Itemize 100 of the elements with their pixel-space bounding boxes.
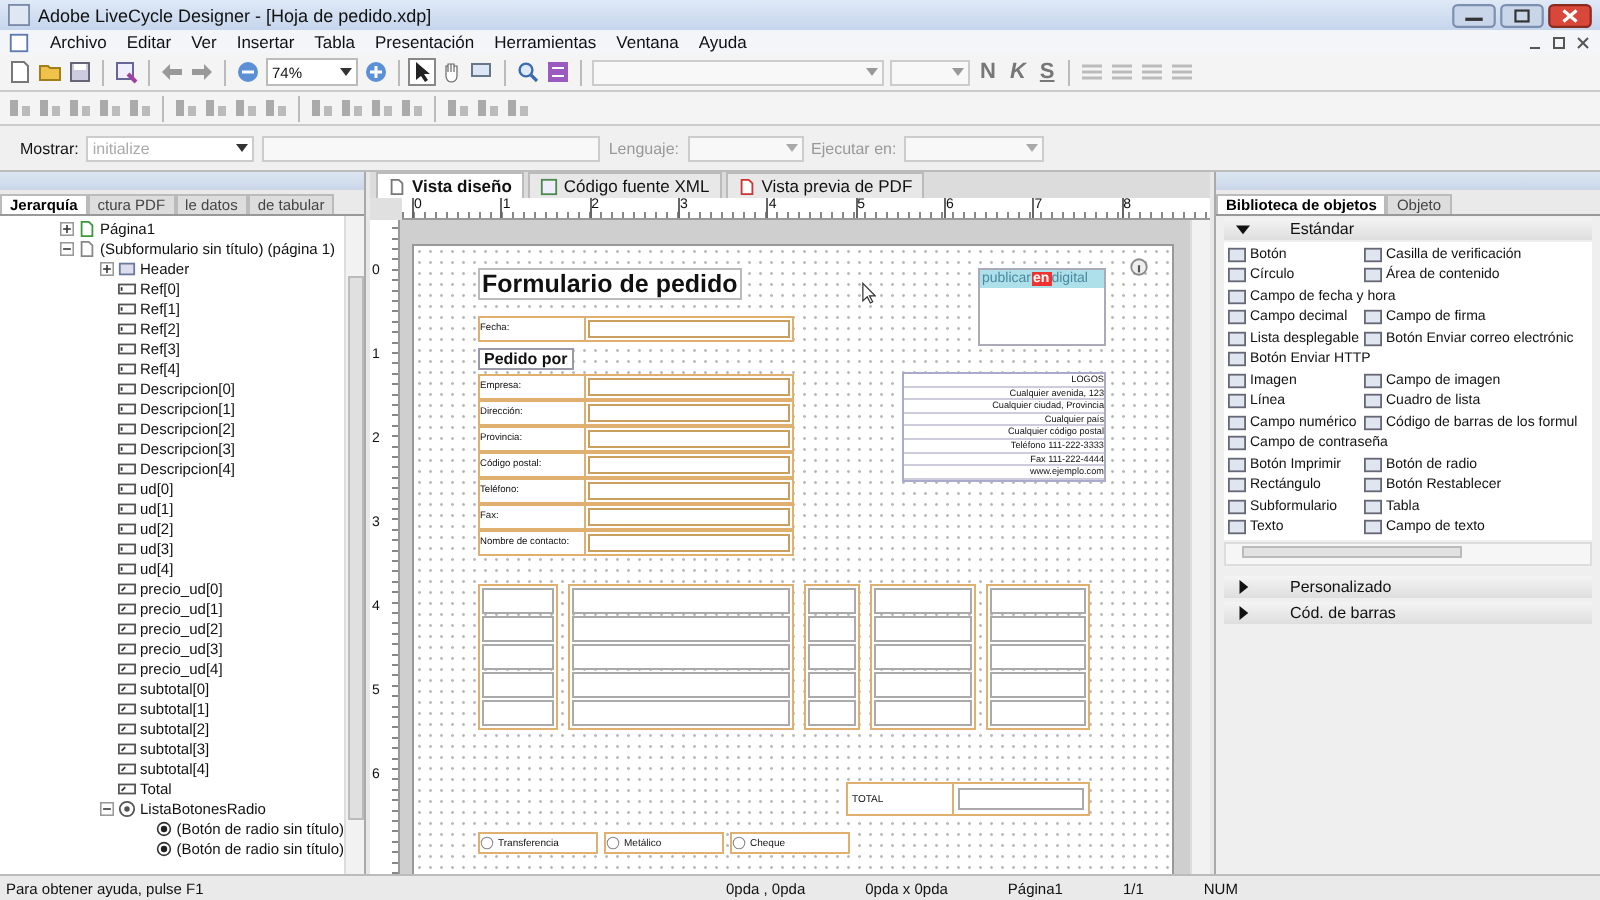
menu-item[interactable]: Insertar	[236, 32, 295, 52]
library-section-header[interactable]: Personalizado	[1224, 576, 1592, 598]
hand-icon[interactable]	[440, 60, 464, 84]
minimize-button[interactable]	[1452, 3, 1496, 27]
expand-icon[interactable]	[100, 261, 114, 275]
layout-tool-icon[interactable]	[446, 96, 470, 120]
numeric-field-icon	[118, 619, 136, 637]
table-field[interactable]	[874, 616, 972, 642]
table-field[interactable]	[482, 672, 554, 698]
layout-tool-icon[interactable]	[174, 96, 198, 120]
menu-item[interactable]: Presentación	[374, 32, 475, 52]
zoom-in-icon[interactable]	[364, 60, 388, 84]
table-field[interactable]	[482, 616, 554, 642]
layout-tool-icon[interactable]	[98, 96, 122, 120]
table-field[interactable]	[808, 588, 856, 614]
table-field[interactable]	[874, 672, 972, 698]
new-document-icon[interactable]	[8, 60, 32, 84]
editor-tab[interactable]: Código fuente XML	[527, 172, 722, 198]
layout-tool-icon[interactable]	[370, 96, 394, 120]
table-field[interactable]	[990, 588, 1086, 614]
menu-item[interactable]: Ventana	[616, 32, 679, 52]
script-field[interactable]	[262, 135, 601, 161]
language-dropdown[interactable]	[687, 135, 803, 161]
layout-tool-icon[interactable]	[264, 96, 288, 120]
collapse-icon[interactable]	[100, 801, 114, 815]
table-field[interactable]	[990, 644, 1086, 670]
layout-tool-icon[interactable]	[340, 96, 364, 120]
menu-item[interactable]: Tabla	[314, 32, 355, 52]
library-section-header[interactable]: Estándar	[1224, 218, 1592, 240]
format-button[interactable]: K	[1005, 60, 1030, 84]
align-icon[interactable]	[1140, 60, 1165, 84]
align-icon[interactable]	[1110, 60, 1135, 84]
pointer-icon[interactable]	[410, 60, 434, 84]
align-icon[interactable]	[1080, 60, 1105, 84]
layout-tool-icon[interactable]	[400, 96, 424, 120]
restore-button[interactable]	[1500, 3, 1544, 27]
layout-tool-icon[interactable]	[68, 96, 92, 120]
table-field[interactable]	[990, 672, 1086, 698]
layout-tool-icon[interactable]	[204, 96, 228, 120]
scrollbar[interactable]	[1190, 220, 1210, 874]
layout-tool-icon[interactable]	[506, 96, 530, 120]
table-field[interactable]	[482, 588, 554, 614]
open-folder-icon[interactable]	[38, 60, 62, 84]
editor-tab[interactable]: Vista previa de PDF	[725, 172, 925, 198]
font-size-dropdown[interactable]	[890, 59, 970, 85]
dropdown-arrow-icon	[952, 68, 964, 76]
table-field[interactable]	[808, 672, 856, 698]
scrollbar[interactable]	[1224, 542, 1592, 566]
close-button[interactable]	[1548, 3, 1592, 27]
layout-tool-icon[interactable]	[234, 96, 258, 120]
section-heading[interactable]: Pedido por	[478, 348, 574, 370]
menu-item[interactable]: Herramientas	[494, 32, 597, 52]
table-field[interactable]	[990, 616, 1086, 642]
text-field-icon	[118, 319, 136, 337]
align-icon[interactable]	[1170, 60, 1195, 84]
table-field[interactable]	[482, 644, 554, 670]
text-field-icon	[118, 439, 136, 457]
zoom-out-icon[interactable]	[236, 60, 260, 84]
format-button[interactable]: N	[976, 60, 1000, 84]
redo-icon[interactable]	[190, 60, 214, 84]
run-at-dropdown[interactable]	[904, 135, 1045, 161]
table-field[interactable]	[572, 700, 790, 726]
form-title[interactable]: Formulario de pedido	[478, 268, 742, 300]
table-field[interactable]	[808, 700, 856, 726]
layout-tool-icon[interactable]	[128, 96, 152, 120]
table-field[interactable]	[572, 616, 790, 642]
table-field[interactable]	[874, 700, 972, 726]
layout-tool-icon[interactable]	[310, 96, 334, 120]
library-section-header[interactable]: Cód. de barras	[1224, 602, 1592, 624]
table-field[interactable]	[572, 588, 790, 614]
layout-tool-icon[interactable]	[476, 96, 500, 120]
table-field[interactable]	[572, 672, 790, 698]
undo-icon[interactable]	[160, 60, 184, 84]
scrollbar[interactable]	[344, 216, 364, 874]
menu-item[interactable]: Editar	[126, 32, 172, 52]
menu-item[interactable]: Ver	[191, 32, 217, 52]
table-field[interactable]	[572, 644, 790, 670]
table-field[interactable]	[874, 588, 972, 614]
radio-circle-icon	[732, 836, 746, 850]
layout-tool-icon[interactable]	[8, 96, 32, 120]
table-field[interactable]	[808, 616, 856, 642]
image-field-icon	[118, 259, 136, 277]
table-field[interactable]	[808, 644, 856, 670]
layout-tool-icon[interactable]	[38, 96, 62, 120]
menu-item[interactable]: Ayuda	[698, 32, 747, 52]
table-field[interactable]	[482, 700, 554, 726]
font-dropdown[interactable]	[592, 59, 884, 85]
table-field[interactable]	[990, 700, 1086, 726]
preview-icon[interactable]	[114, 60, 138, 84]
collapse-icon[interactable]	[60, 241, 74, 255]
close-button[interactable]	[1574, 33, 1592, 51]
search-icon[interactable]	[516, 60, 540, 84]
format-button[interactable]: S	[1035, 60, 1059, 84]
menu-item[interactable]: Archivo	[50, 32, 107, 52]
expand-icon[interactable]	[60, 221, 74, 235]
restore-button[interactable]	[1550, 33, 1568, 51]
editor-tab[interactable]: Vista diseño	[376, 172, 524, 198]
save-icon[interactable]	[68, 60, 92, 84]
table-field[interactable]	[874, 644, 972, 670]
dropdown-arrow-icon	[1026, 144, 1039, 152]
